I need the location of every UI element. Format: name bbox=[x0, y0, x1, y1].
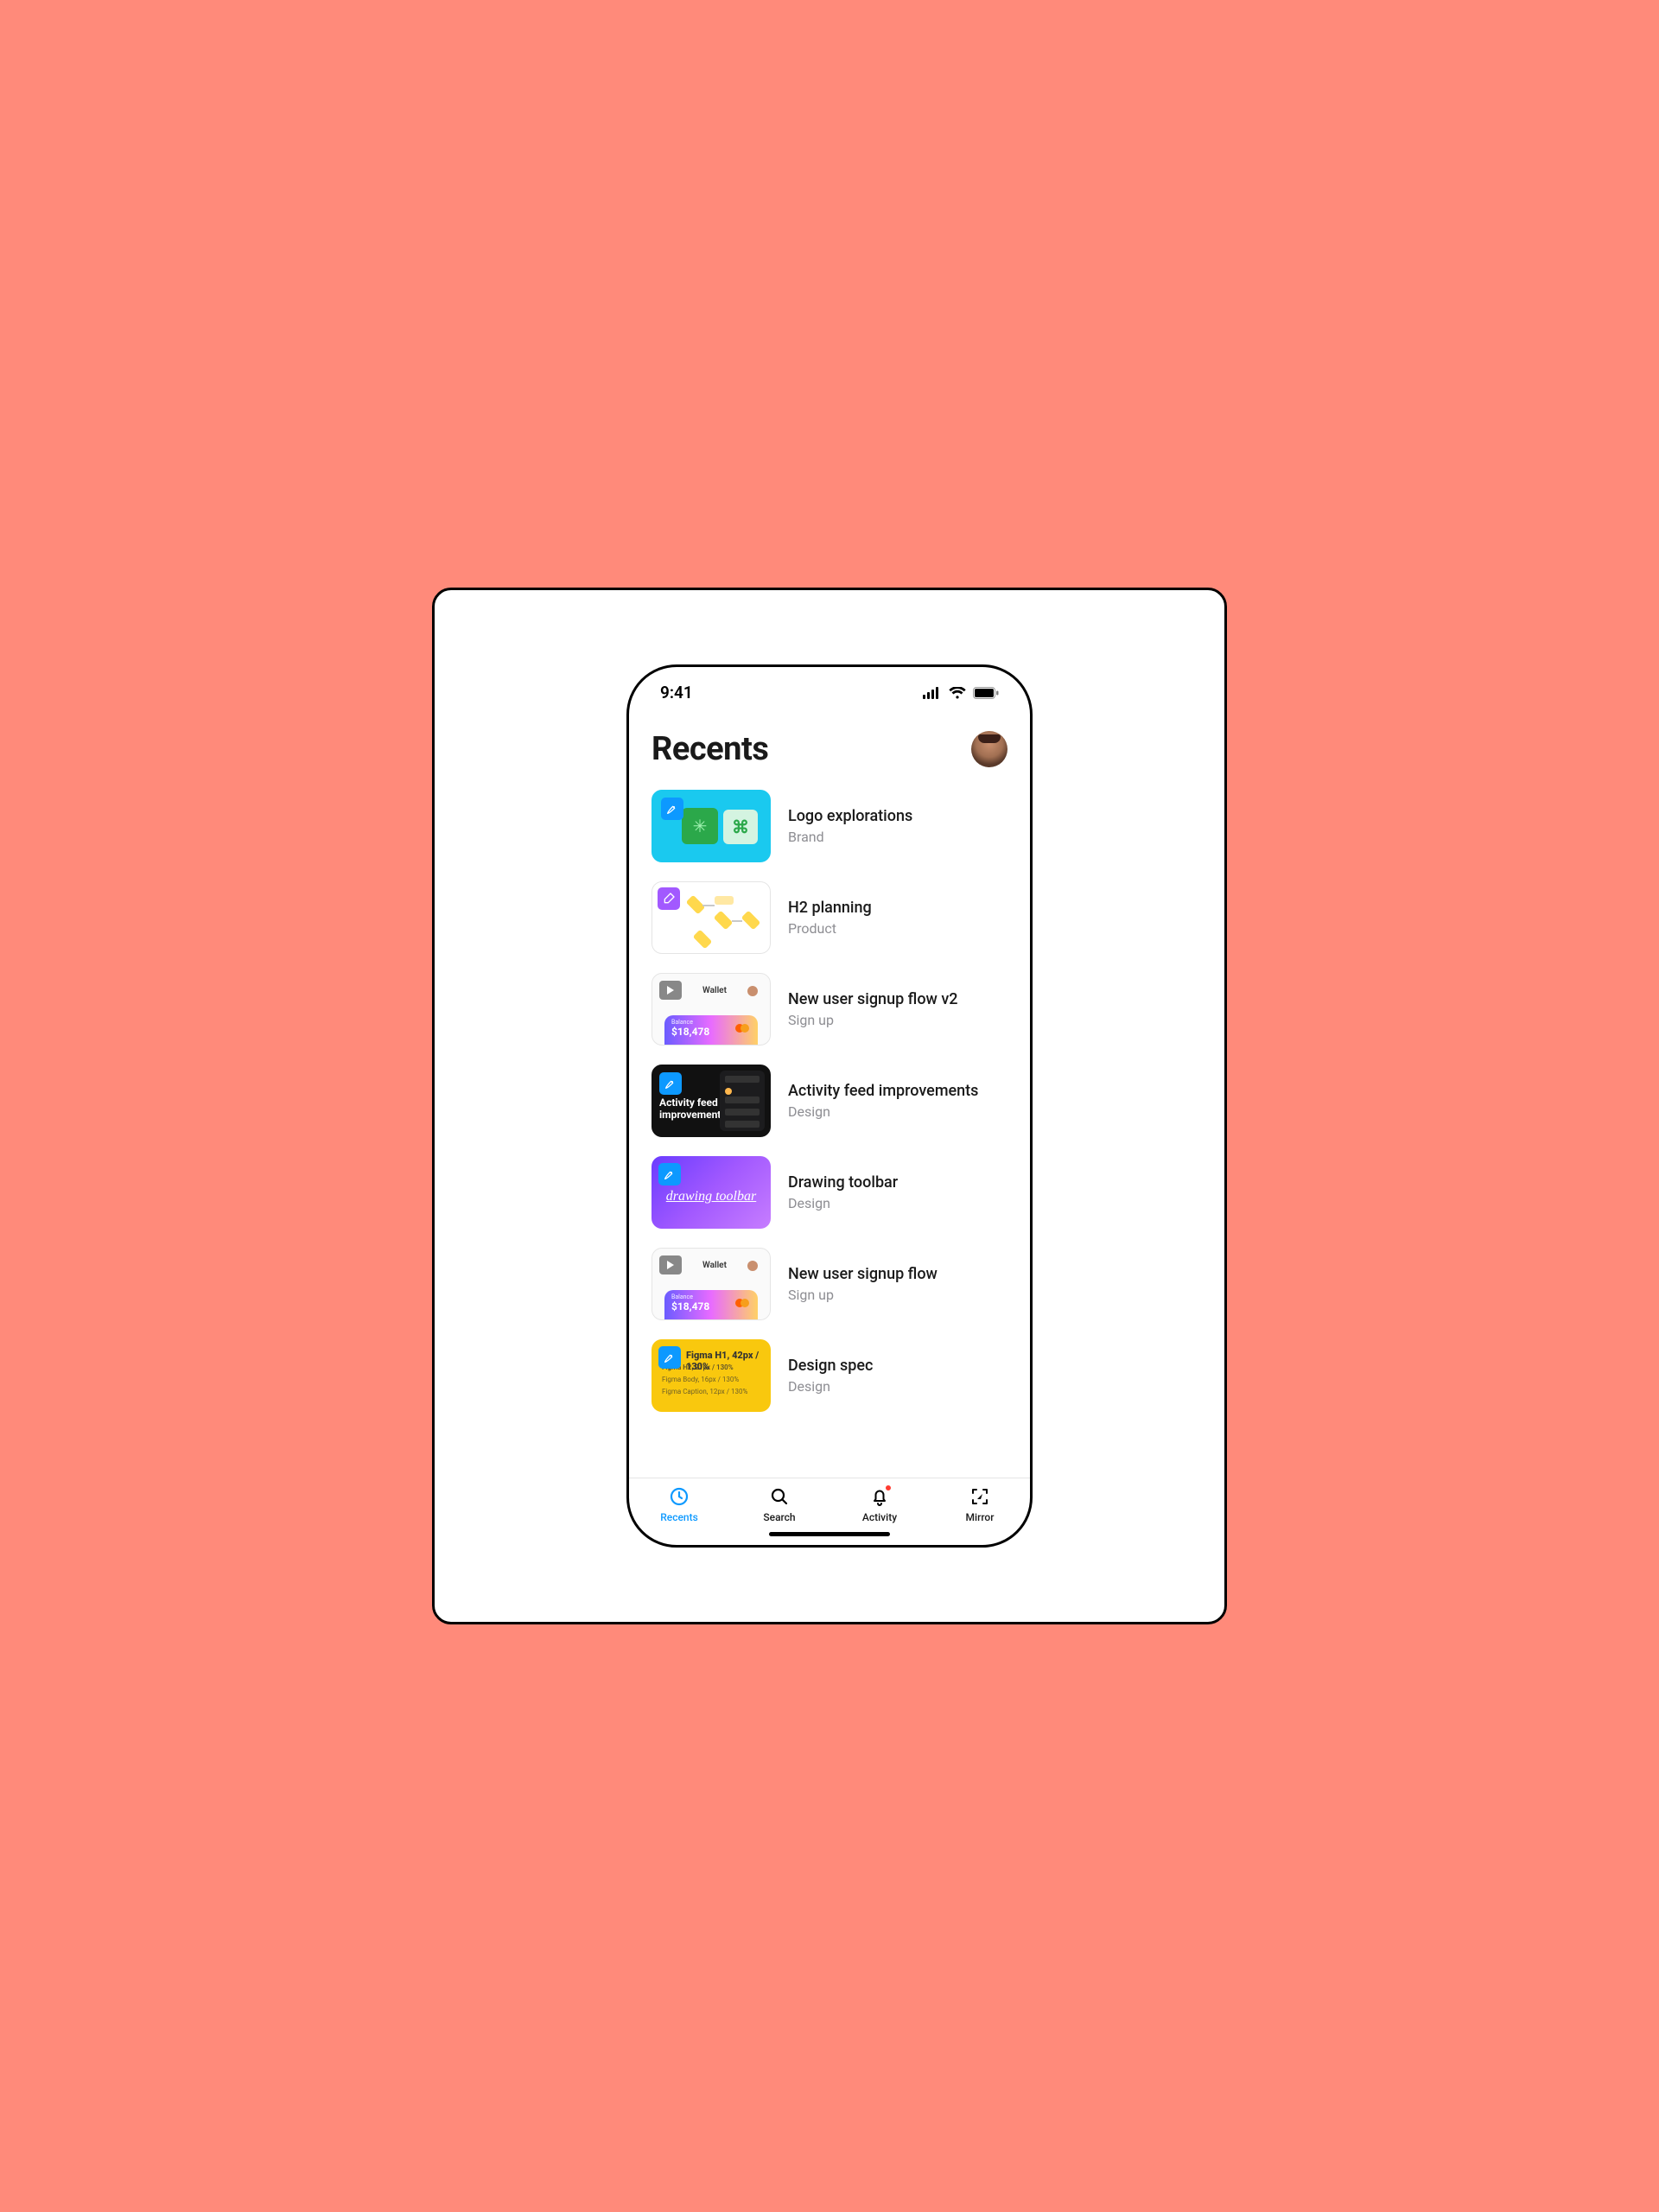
list-item-text: H2 planning Product bbox=[788, 899, 872, 937]
logo-f-icon: ⌘ bbox=[723, 810, 758, 844]
bell-icon bbox=[868, 1485, 891, 1508]
thumbnail: Wallet Balance $18,478 bbox=[652, 1248, 771, 1320]
thumbnail-device-mock bbox=[720, 1071, 765, 1131]
list-item[interactable]: Figma H1, 42px / 130% Figma H2, 21px / 1… bbox=[652, 1330, 1007, 1421]
wallet-label: Wallet bbox=[702, 986, 727, 995]
tab-label: Recents bbox=[660, 1511, 698, 1523]
tab-mirror[interactable]: Mirror bbox=[944, 1485, 1016, 1523]
tab-bar: Recents Search Activity Mirror bbox=[629, 1478, 1030, 1527]
tab-label: Search bbox=[763, 1511, 795, 1523]
figma-design-icon bbox=[658, 1163, 681, 1185]
mastercard-icon bbox=[735, 1299, 749, 1307]
list-item-title: Drawing toolbar bbox=[788, 1173, 898, 1192]
list-item-text: Logo explorations Brand bbox=[788, 807, 912, 845]
figjam-icon bbox=[658, 887, 680, 910]
tab-label: Activity bbox=[862, 1511, 897, 1523]
notification-badge bbox=[884, 1484, 893, 1492]
list-item-text: New user signup flow Sign up bbox=[788, 1265, 938, 1303]
figma-design-icon bbox=[661, 798, 683, 820]
wifi-icon bbox=[949, 687, 966, 699]
page-title: Recents bbox=[652, 730, 768, 768]
prototype-play-icon bbox=[659, 1255, 682, 1274]
list-item[interactable]: Activity feedimprovements Activity feed … bbox=[652, 1055, 1007, 1147]
list-item[interactable]: Wallet Balance $18,478 New user signup f… bbox=[652, 963, 1007, 1055]
tab-activity[interactable]: Activity bbox=[843, 1485, 916, 1523]
wallet-avatar-dot bbox=[747, 1261, 758, 1271]
list-item-subtitle: Sign up bbox=[788, 1287, 938, 1303]
list-item-text: New user signup flow v2 Sign up bbox=[788, 990, 958, 1028]
mastercard-icon bbox=[735, 1024, 749, 1033]
tab-search[interactable]: Search bbox=[743, 1485, 816, 1523]
thumbnail bbox=[652, 881, 771, 954]
avatar[interactable] bbox=[971, 731, 1007, 767]
list-item-title: Activity feed improvements bbox=[788, 1082, 978, 1100]
battery-icon bbox=[973, 687, 999, 699]
list-item-title: Design spec bbox=[788, 1357, 873, 1375]
mirror-icon bbox=[969, 1485, 991, 1508]
figma-design-icon bbox=[658, 1346, 681, 1369]
clock-icon bbox=[668, 1485, 690, 1508]
page-header: Recents bbox=[629, 709, 1030, 780]
home-indicator[interactable] bbox=[769, 1532, 890, 1536]
list-item-text: Design spec Design bbox=[788, 1357, 873, 1395]
spec-line: Figma Caption, 12px / 130% bbox=[662, 1388, 747, 1395]
wallet-avatar-dot bbox=[747, 986, 758, 996]
cellular-icon bbox=[923, 687, 942, 699]
prototype-play-icon bbox=[659, 981, 682, 1000]
thumbnail: ✳ ⌘ bbox=[652, 790, 771, 862]
tab-label: Mirror bbox=[966, 1511, 995, 1523]
recents-list[interactable]: ✳ ⌘ Logo explorations Brand H2 planning … bbox=[629, 780, 1030, 1478]
list-item-text: Drawing toolbar Design bbox=[788, 1173, 898, 1211]
asterisk-icon: ✳ bbox=[682, 808, 718, 844]
list-item-subtitle: Sign up bbox=[788, 1012, 958, 1028]
thumbnail: Figma H1, 42px / 130% Figma H2, 21px / 1… bbox=[652, 1339, 771, 1412]
wallet-card: Balance $18,478 bbox=[664, 1015, 758, 1045]
list-item[interactable]: ✳ ⌘ Logo explorations Brand bbox=[652, 780, 1007, 872]
wallet-label: Wallet bbox=[702, 1261, 727, 1270]
list-item-text: Activity feed improvements Design bbox=[788, 1082, 978, 1120]
status-bar: 9:41 bbox=[629, 667, 1030, 709]
thumbnail-caption: Activity feedimprovements bbox=[659, 1096, 727, 1122]
thumbnail: drawing toolbar bbox=[652, 1156, 771, 1229]
list-item-title: H2 planning bbox=[788, 899, 872, 917]
list-item-subtitle: Design bbox=[788, 1195, 898, 1211]
list-item-title: New user signup flow v2 bbox=[788, 990, 958, 1008]
thumbnail: Wallet Balance $18,478 bbox=[652, 973, 771, 1046]
promo-frame: 9:41 Recents ✳ ⌘ bbox=[432, 588, 1227, 1624]
list-item-subtitle: Design bbox=[788, 1378, 873, 1395]
list-item-title: New user signup flow bbox=[788, 1265, 938, 1283]
phone-frame: 9:41 Recents ✳ ⌘ bbox=[626, 664, 1033, 1548]
spec-line: Figma Body, 16px / 130% bbox=[662, 1376, 739, 1383]
list-item-subtitle: Product bbox=[788, 920, 872, 937]
status-indicators bbox=[923, 687, 999, 699]
list-item[interactable]: Wallet Balance $18,478 New user signup f… bbox=[652, 1238, 1007, 1330]
thumbnail-caption: drawing toolbar bbox=[652, 1189, 771, 1205]
list-item[interactable]: drawing toolbar Drawing toolbar Design bbox=[652, 1147, 1007, 1238]
figma-design-icon bbox=[659, 1072, 682, 1095]
search-icon bbox=[768, 1485, 791, 1508]
list-item-subtitle: Design bbox=[788, 1103, 978, 1120]
list-item-title: Logo explorations bbox=[788, 807, 912, 825]
tab-recents[interactable]: Recents bbox=[643, 1485, 715, 1523]
list-item[interactable]: H2 planning Product bbox=[652, 872, 1007, 963]
status-time: 9:41 bbox=[660, 683, 693, 702]
wallet-card: Balance $18,478 bbox=[664, 1290, 758, 1319]
thumbnail: Activity feedimprovements bbox=[652, 1065, 771, 1137]
list-item-subtitle: Brand bbox=[788, 829, 912, 845]
